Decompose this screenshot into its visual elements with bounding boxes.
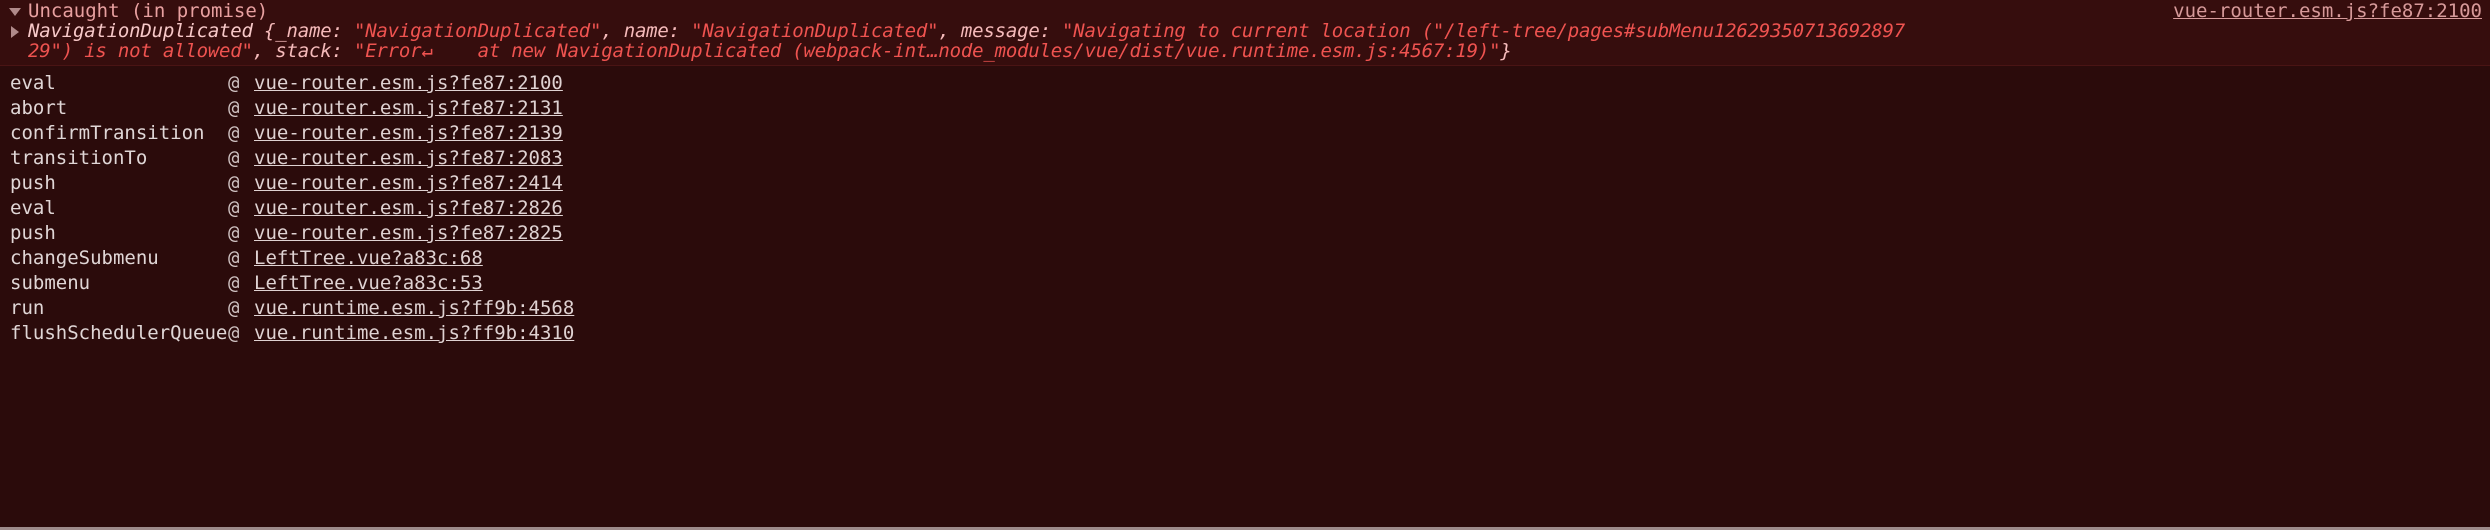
error-object-line-2: 29") is not allowed", stack: "Error↵ at … xyxy=(28,41,2482,61)
at-symbol: @ xyxy=(228,147,240,169)
stack-frame-location-link[interactable]: vue-router.esm.js?fe87:2414 xyxy=(254,171,563,196)
at-symbol: @ xyxy=(228,247,240,269)
error-value-message-head: "Navigating to current location ("/left-… xyxy=(1062,20,1905,42)
stack-frame-location-link[interactable]: vue.runtime.esm.js?ff9b:4568 xyxy=(254,296,574,321)
error-header-row: Uncaught (in promise) vue-router.esm.js?… xyxy=(0,0,2490,22)
error-header-label: Uncaught (in promise) xyxy=(28,0,269,22)
error-value-name: "NavigationDuplicated" xyxy=(691,20,939,42)
at-symbol: @ xyxy=(228,322,240,344)
at-symbol: @ xyxy=(228,122,240,144)
stack-frame-function: submenu xyxy=(10,272,91,294)
error-value-message-tail: 29") is not allowed" xyxy=(28,40,253,62)
error-value-underscore-name: "NavigationDuplicated" xyxy=(353,20,602,42)
stack-frame-location-link[interactable]: vue-router.esm.js?fe87:2826 xyxy=(254,196,563,221)
stack-frame-row: flushSchedulerQueue @ vue.runtime.esm.js?f… xyxy=(0,321,2490,346)
stack-frame-row: eval @ vue-router.esm.js?fe87:2826 xyxy=(0,196,2490,221)
stack-trace-list: eval @ vue-router.esm.js?fe87:2100 abort @ vu… xyxy=(0,66,2490,346)
stack-frame-location-link[interactable]: LeftTree.vue?a83c:53 xyxy=(254,271,483,296)
stack-frame-function: flushSchedulerQueue xyxy=(10,322,228,344)
stack-frame-function: transitionTo xyxy=(10,147,148,169)
stack-frame-row: submenu @ LeftTree.vue?a83c:53 xyxy=(0,271,2490,296)
at-symbol: @ xyxy=(228,272,240,294)
at-symbol: @ xyxy=(228,97,240,119)
error-object-line-1: NavigationDuplicated {_name: "Navigation… xyxy=(28,22,2482,41)
error-key-underscore-name: _name: xyxy=(275,20,354,42)
stack-frame-location-link[interactable]: vue-router.esm.js?fe87:2825 xyxy=(254,221,563,246)
error-class-name: NavigationDuplicated xyxy=(28,20,253,42)
stack-frame-location-link[interactable]: vue.runtime.esm.js?ff9b:4310 xyxy=(254,321,574,346)
stack-frame-location-link[interactable]: LeftTree.vue?a83c:68 xyxy=(254,246,483,271)
error-key-stack: stack: xyxy=(275,40,354,62)
stack-frame-row: abort @ vue-router.esm.js?fe87:2131 xyxy=(0,96,2490,121)
console-error-panel: Uncaught (in promise) vue-router.esm.js?… xyxy=(0,0,2490,530)
stack-frame-row: transitionTo @ vue-router.esm.js?fe87:2083 xyxy=(0,146,2490,171)
console-error-group: Uncaught (in promise) vue-router.esm.js?… xyxy=(0,0,2490,66)
at-symbol: @ xyxy=(228,72,240,94)
stack-frame-function: eval xyxy=(10,72,56,94)
error-close-brace: } xyxy=(1500,40,1512,62)
error-value-stack: "Error↵ at new NavigationDuplicated (web… xyxy=(353,40,1501,62)
error-key-name: name: xyxy=(623,20,692,42)
stack-frame-location-link[interactable]: vue-router.esm.js?fe87:2131 xyxy=(254,96,563,121)
stack-frame-location-link[interactable]: vue-router.esm.js?fe87:2100 xyxy=(254,71,563,96)
stack-frame-function: eval xyxy=(10,197,56,219)
stack-frame-row: push @ vue-router.esm.js?fe87:2825 xyxy=(0,221,2490,246)
error-separator-3: , xyxy=(252,40,276,62)
stack-frame-row: changeSubmenu @ LeftTree.vue?a83c:68 xyxy=(0,246,2490,271)
error-separator-1: , xyxy=(601,20,624,42)
stack-frame-function: confirmTransition xyxy=(10,122,205,144)
error-open-brace: { xyxy=(252,20,276,42)
at-symbol: @ xyxy=(228,297,240,319)
stack-frame-row: confirmTransition @ vue-router.esm.js?fe87… xyxy=(0,121,2490,146)
error-object-block[interactable]: NavigationDuplicated {_name: "Navigation… xyxy=(0,22,2490,65)
stack-frame-function: push xyxy=(10,172,56,194)
stack-frame-row: push @ vue-router.esm.js?fe87:2414 xyxy=(0,171,2490,196)
error-separator-2: , xyxy=(938,20,961,42)
error-key-message: message: xyxy=(960,20,1063,42)
error-source-link[interactable]: vue-router.esm.js?fe87:2100 xyxy=(2173,0,2482,22)
at-symbol: @ xyxy=(228,222,240,244)
at-symbol: @ xyxy=(228,172,240,194)
stack-frame-function: run xyxy=(10,297,45,319)
stack-frame-function: abort xyxy=(10,97,68,119)
at-symbol: @ xyxy=(228,197,240,219)
stack-frame-row: run @ vue.runtime.esm.js?ff9b:4568 xyxy=(0,296,2490,321)
stack-frame-location-link[interactable]: vue-router.esm.js?fe87:2139 xyxy=(254,121,563,146)
stack-frame-row: eval @ vue-router.esm.js?fe87:2100 xyxy=(0,71,2490,96)
stack-frame-function: push xyxy=(10,222,56,244)
stack-frame-function: changeSubmenu xyxy=(10,247,159,269)
stack-frame-location-link[interactable]: vue-router.esm.js?fe87:2083 xyxy=(254,146,563,171)
